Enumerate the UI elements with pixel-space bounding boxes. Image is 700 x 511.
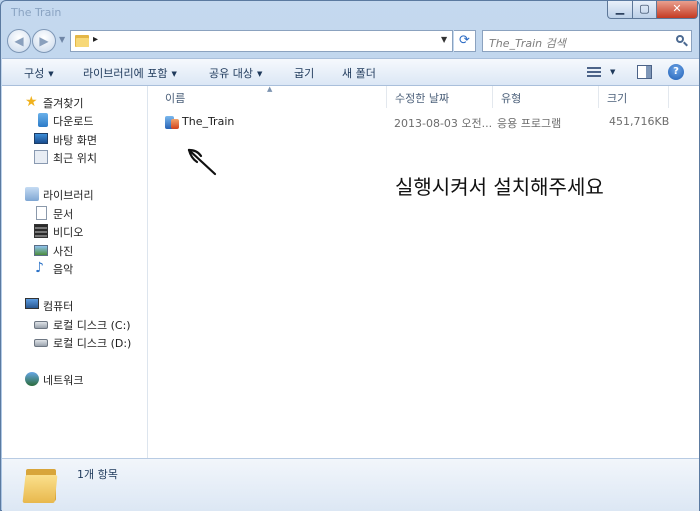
new-folder-button[interactable]: 새 폴더 xyxy=(342,65,376,81)
command-toolbar: 구성 ▼ 라이브러리에 포함 ▼ 공유 대상 ▼ 굽기 새 폴더 ▼ ? xyxy=(2,58,699,86)
file-list: 이름 ▲ 수정한 날짜 유형 크기 The_Train 2013-08-03 오… xyxy=(149,85,699,458)
view-options-icon[interactable] xyxy=(587,67,601,78)
file-date-modified: 2013-08-03 오전... xyxy=(394,117,493,130)
video-icon xyxy=(34,224,48,238)
table-row[interactable]: The_Train 2013-08-03 오전... 응용 프로그램 451,7… xyxy=(157,112,687,132)
back-arrow-icon[interactable]: ◀ xyxy=(7,29,31,53)
forward-arrow-icon[interactable]: ▶ xyxy=(32,29,56,53)
sidebar-item-label: 로컬 디스크 (D:) xyxy=(53,337,132,350)
column-label: 수정한 날짜 xyxy=(395,92,450,105)
column-header-date-modified[interactable]: 수정한 날짜 xyxy=(387,86,493,108)
recent-pages-dropdown-icon[interactable]: ▼ xyxy=(59,35,65,44)
music-icon: ♪ xyxy=(35,260,44,276)
install-instruction-text: 실행시켜서 설치해주세요 xyxy=(395,175,604,199)
library-icon xyxy=(25,187,39,201)
file-name: The_Train xyxy=(182,115,235,128)
sidebar-item-label: 음악 xyxy=(53,263,74,276)
sidebar-item-label: 최근 위치 xyxy=(53,152,97,165)
chevron-down-icon: ▼ xyxy=(48,70,54,78)
computer-icon xyxy=(25,298,39,309)
file-type: 응용 프로그램 xyxy=(497,117,562,130)
sidebar-item-label: 비디오 xyxy=(53,226,84,239)
sort-ascending-icon: ▲ xyxy=(267,85,273,93)
network-icon xyxy=(25,372,39,386)
column-header-size[interactable]: 크기 xyxy=(599,86,669,108)
application-icon xyxy=(165,115,180,130)
sidebar-item-label: 로컬 디스크 (C:) xyxy=(53,319,131,332)
column-label: 크기 xyxy=(607,92,628,105)
organize-label: 구성 xyxy=(24,67,45,80)
handwritten-arrow-icon xyxy=(187,148,217,176)
chevron-down-icon[interactable]: ▼ xyxy=(610,68,615,76)
search-placeholder: The_Train 검색 xyxy=(489,37,566,50)
item-count: 1개 항목 xyxy=(77,468,118,481)
search-input[interactable]: The_Train 검색 xyxy=(482,30,692,52)
documents-icon xyxy=(36,206,47,220)
close-button[interactable]: ✕ xyxy=(656,1,698,19)
column-label: 유형 xyxy=(501,92,522,105)
navigation-pane[interactable]: ★ 즐겨찾기 다운로드 바탕 화면 최근 위치 라이브러리 문서 비디오 사진 … xyxy=(2,86,148,458)
address-history-dropdown-icon[interactable]: ▼ xyxy=(441,35,447,44)
chevron-down-icon: ▼ xyxy=(256,70,263,78)
pictures-icon xyxy=(34,245,48,256)
main-content: ★ 즐겨찾기 다운로드 바탕 화면 최근 위치 라이브러리 문서 비디오 사진 … xyxy=(2,85,699,458)
navigation-bar: ◀ ▶ ▼ ▸ ▼ ⟳ The_Train 검색 xyxy=(1,27,699,57)
details-pane: 1개 항목 xyxy=(2,458,699,511)
include-in-library-label: 라이브러리에 포함 xyxy=(83,67,168,80)
desktop-icon xyxy=(34,133,48,144)
recent-places-icon xyxy=(34,150,48,164)
sidebar-item-label: 다운로드 xyxy=(53,115,94,128)
column-label: 이름 xyxy=(165,92,186,105)
folder-icon xyxy=(22,465,58,503)
star-icon: ★ xyxy=(25,94,38,110)
chevron-down-icon: ▼ xyxy=(171,70,177,78)
organize-button[interactable]: 구성 ▼ xyxy=(24,65,54,81)
column-header-type[interactable]: 유형 xyxy=(493,86,599,108)
sidebar-item-label: 문서 xyxy=(53,208,74,221)
breadcrumb-chevron-icon[interactable]: ▸ xyxy=(93,34,98,45)
maximize-button[interactable]: ▢ xyxy=(632,1,657,19)
sidebar-item-label: 사진 xyxy=(53,245,74,258)
window-title: The Train xyxy=(11,6,62,19)
share-with-label: 공유 대상 xyxy=(209,67,253,80)
explorer-window: The Train ▁ ▢ ✕ ◀ ▶ ▼ ▸ ▼ ⟳ The_Train 검색… xyxy=(0,0,700,511)
sidebar-item-label: 네트워크 xyxy=(43,374,84,387)
sidebar-item-label: 즐겨찾기 xyxy=(43,97,84,110)
include-in-library-button[interactable]: 라이브러리에 포함 ▼ xyxy=(83,65,177,81)
share-with-button[interactable]: 공유 대상 ▼ xyxy=(209,65,262,81)
address-bar[interactable]: ▸ ▼ xyxy=(70,30,453,52)
preview-pane-icon[interactable] xyxy=(637,65,652,79)
download-icon xyxy=(38,113,48,127)
refresh-icon[interactable]: ⟳ xyxy=(454,30,476,52)
help-icon[interactable]: ? xyxy=(668,64,684,80)
local-disk-icon xyxy=(34,321,48,329)
file-size: 451,716KB xyxy=(609,115,670,128)
minimize-button[interactable]: ▁ xyxy=(607,1,633,19)
sidebar-item-label: 컴퓨터 xyxy=(43,300,74,313)
title-bar[interactable]: The Train ▁ ▢ ✕ xyxy=(1,1,699,25)
local-disk-icon xyxy=(34,339,48,347)
search-icon[interactable] xyxy=(675,34,689,48)
folder-icon xyxy=(75,34,89,47)
sidebar-item-label: 라이브러리 xyxy=(43,189,94,202)
sidebar-item-label: 바탕 화면 xyxy=(53,134,97,147)
burn-button[interactable]: 굽기 xyxy=(294,65,314,81)
